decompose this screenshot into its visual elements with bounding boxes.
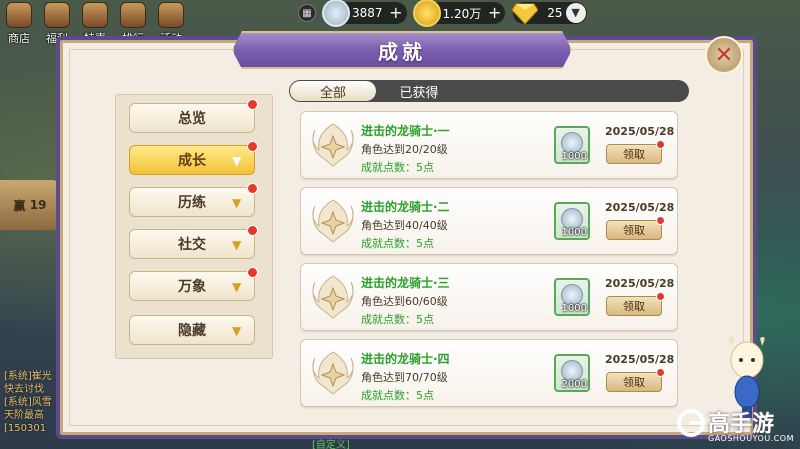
chevron-check-icon: ▼ <box>232 280 242 294</box>
watermark-logo-icon <box>677 409 705 437</box>
reward-item[interactable]: 1000 <box>554 202 590 240</box>
achievement-date: 2025/05/28 <box>605 353 675 366</box>
achievement-card: 进击的龙骑士·三 角色达到60/60级 成就点数：5点 1000 2025/05… <box>300 263 678 331</box>
notification-dot <box>656 368 665 377</box>
bottom-label: [自定义] <box>312 440 350 449</box>
achievement-card: 进击的龙骑士·一 角色达到20/20级 成就点数：5点 1000 2025/05… <box>300 111 678 179</box>
shop-icon <box>6 2 32 28</box>
notification-dot <box>247 141 258 152</box>
achievement-card: 进击的龙骑士·四 角色达到70/70级 成就点数：5点 2000 2025/05… <box>300 339 678 407</box>
achievement-date: 2025/05/28 <box>605 125 675 138</box>
gold-amount: 1.20万 <box>442 6 482 21</box>
gem-amount: 25 <box>547 6 563 20</box>
category-list: 总览 成长 ▼ 历练 ▼ 社交 ▼ 万象 ▼ 隐藏 ▼ <box>115 94 273 359</box>
watermark-url: GAOSHOUYOU.COM <box>708 434 795 443</box>
notification-dot <box>247 267 258 278</box>
achievement-desc: 角色达到20/20级 <box>361 143 448 156</box>
panel-title: 成就 <box>378 39 426 64</box>
claim-button[interactable]: 领取 <box>606 368 665 392</box>
achievement-name: 进击的龙骑士·三 <box>361 276 450 290</box>
reward-item[interactable]: 2000 <box>554 354 590 392</box>
category-experience[interactable]: 历练 ▼ <box>129 183 258 217</box>
reward-quantity: 2000 <box>561 379 587 390</box>
grid-menu-icon[interactable]: ▦ <box>298 4 316 22</box>
gem-currency: 25 ▼ <box>511 0 587 27</box>
gold-coin-icon <box>412 0 441 27</box>
close-icon: ✕ <box>714 42 734 68</box>
category-growth[interactable]: 成长 ▼ <box>129 141 258 175</box>
achievement-points: 成就点数：5点 <box>361 313 434 326</box>
achievement-name: 进击的龙骑士·四 <box>361 352 450 366</box>
reward-quantity: 1000 <box>561 303 587 314</box>
welfare-icon <box>44 2 70 28</box>
achievement-desc: 角色达到70/70级 <box>361 371 448 384</box>
tab-all[interactable]: 全部 <box>290 81 376 101</box>
reward-item[interactable]: 1000 <box>554 278 590 316</box>
add-silver-button[interactable]: + <box>389 4 402 22</box>
reward-quantity: 1000 <box>561 227 587 238</box>
achievement-desc: 角色达到60/60级 <box>361 295 448 308</box>
achievement-name: 进击的龙骑士·一 <box>361 124 450 138</box>
silver-coin-icon <box>322 0 350 27</box>
gold-currency: 1.20万 + <box>412 0 506 27</box>
achievement-emblem-icon <box>312 351 354 395</box>
claim-button[interactable]: 领取 <box>606 292 665 316</box>
category-social[interactable]: 社交 ▼ <box>129 225 258 259</box>
reward-item[interactable]: 1000 <box>554 126 590 164</box>
expand-chevron-icon[interactable]: ▼ <box>565 3 586 23</box>
achievement-emblem-icon <box>312 123 354 167</box>
achievement-list[interactable]: 进击的龙骑士·一 角色达到20/20级 成就点数：5点 1000 2025/05… <box>300 111 678 411</box>
achievement-desc: 角色达到40/40级 <box>361 219 448 232</box>
add-gold-button[interactable]: + <box>488 4 501 22</box>
reward-quantity: 1000 <box>561 151 587 162</box>
events-icon <box>158 2 184 28</box>
filter-tabs: 全部 已获得 <box>289 80 689 102</box>
silver-currency: 3887 + <box>322 0 407 27</box>
menu-shop[interactable]: 商店 <box>0 0 38 48</box>
ranking-icon <box>120 2 146 28</box>
claim-button[interactable]: 领取 <box>606 216 665 240</box>
tab-obtained[interactable]: 已获得 <box>384 81 454 101</box>
currency-bar: ▦ 3887 + 1.20万 + 25 ▼ <box>298 0 648 27</box>
notification-dot <box>656 292 665 301</box>
notification-dot <box>247 183 258 194</box>
silver-amount: 3887 <box>352 6 383 20</box>
category-overview[interactable]: 总览 <box>129 99 258 133</box>
chevron-check-icon: ▼ <box>232 196 242 210</box>
panel-title-banner: 成就 <box>232 31 572 69</box>
notification-dot <box>247 99 258 110</box>
category-myriad[interactable]: 万象 ▼ <box>129 267 258 301</box>
side-event-banner[interactable]: 赢 19 <box>0 180 60 230</box>
diamond-icon <box>511 0 539 27</box>
achievement-date: 2025/05/28 <box>605 201 675 214</box>
chevron-check-icon: ▼ <box>232 238 242 252</box>
achievement-points: 成就点数：5点 <box>361 161 434 174</box>
close-button[interactable]: ✕ <box>705 36 743 74</box>
achievement-points: 成就点数：5点 <box>361 389 434 402</box>
notification-dot <box>656 216 665 225</box>
chevron-check-icon: ▼ <box>232 154 242 168</box>
special-icon <box>82 2 108 28</box>
watermark: 高手游 GAOSHOUYOU.COM <box>676 406 800 449</box>
achievement-points: 成就点数：5点 <box>361 237 434 250</box>
claim-button[interactable]: 领取 <box>606 140 665 164</box>
achievement-emblem-icon <box>312 199 354 243</box>
achievement-name: 进击的龙骑士·二 <box>361 200 450 214</box>
achievement-emblem-icon <box>312 275 354 319</box>
notification-dot <box>656 140 665 149</box>
achievement-date: 2025/05/28 <box>605 277 675 290</box>
achievement-card: 进击的龙骑士·二 角色达到40/40级 成就点数：5点 1000 2025/05… <box>300 187 678 255</box>
notification-dot <box>247 225 258 236</box>
category-hidden[interactable]: 隐藏 ▼ <box>129 315 255 345</box>
chevron-check-icon: ▼ <box>232 324 242 338</box>
